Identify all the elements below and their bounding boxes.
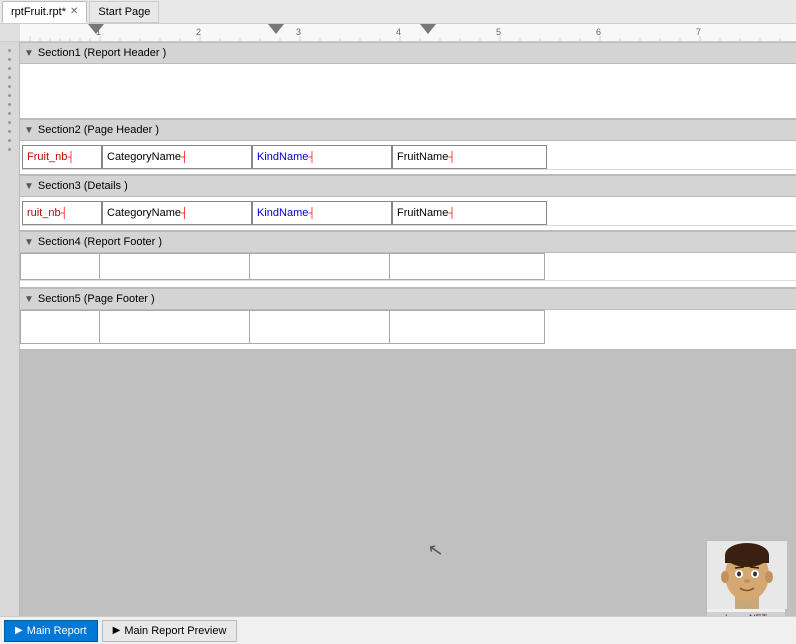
page-footer-cell3 <box>250 310 390 344</box>
tab-rptfruit[interactable]: rptFruit.rpt* ✕ <box>2 1 87 23</box>
footer-cell3 <box>250 253 390 280</box>
bottom-tab-preview-label: Main Report Preview <box>124 625 226 637</box>
tab-close-icon[interactable]: ✕ <box>70 6 78 17</box>
details-fields: ruit_nb┤ CategoryName ┤ KindName ┤ Fruit… <box>22 201 794 226</box>
field-category-marker: ┤ <box>181 152 188 163</box>
field-fruitname-detail[interactable]: FruitName ┤ <box>392 201 547 225</box>
section3-label: Section3 (Details ) <box>38 180 128 192</box>
section4-arrow: ▼ <box>24 237 34 248</box>
gutter-dot <box>8 67 11 70</box>
field-fruitname-detail-marker: ┤ <box>448 208 455 219</box>
field-fruit-nb-header-text: Fruit_nb <box>27 151 67 163</box>
gutter-dot <box>8 94 11 97</box>
field-category-detail[interactable]: CategoryName ┤ <box>102 201 252 225</box>
gutter-dot <box>8 85 11 88</box>
section4-label: Section4 (Report Footer ) <box>38 236 162 248</box>
section5-label: Section5 (Page Footer ) <box>38 293 155 305</box>
section2-body: Fruit_nb┤ CategoryName ┤ KindName ┤ Frui… <box>20 141 796 175</box>
gutter-dot <box>8 103 11 106</box>
gutter-dot <box>8 121 11 124</box>
field-kind-header-text: KindName <box>257 151 308 163</box>
svg-text:5: 5 <box>496 27 501 37</box>
page-header-fields: Fruit_nb┤ CategoryName ┤ KindName ┤ Frui… <box>22 145 794 170</box>
gray-area: ↖ <box>20 350 796 616</box>
section2-header[interactable]: ▼ Section2 (Page Header ) <box>20 119 796 141</box>
section5-body <box>20 310 796 350</box>
section4-body <box>20 253 796 288</box>
svg-text:3: 3 <box>296 27 301 37</box>
section2-label: Section2 (Page Header ) <box>38 124 159 136</box>
preview-icon: ▶ <box>113 625 121 636</box>
section1-body <box>20 64 796 119</box>
ruler: 1 2 3 4 5 6 7 <box>0 24 796 42</box>
section3-arrow: ▼ <box>24 181 34 192</box>
tab-start-label: Start Page <box>98 6 150 18</box>
gutter-dot <box>8 148 11 151</box>
field-category-detail-marker: ┤ <box>181 208 188 219</box>
gutter-dot <box>8 58 11 61</box>
svg-text:7: 7 <box>696 27 701 37</box>
field-kind-header[interactable]: KindName ┤ <box>252 145 392 169</box>
cursor-indicator: ↖ <box>426 539 445 562</box>
field-kind-detail-text: KindName <box>257 207 308 219</box>
section1-header[interactable]: ▼ Section1 (Report Header ) <box>20 42 796 64</box>
section3-header[interactable]: ▼ Section3 (Details ) <box>20 175 796 197</box>
watermark-container: Insus.NET <box>706 540 786 616</box>
svg-text:4: 4 <box>396 27 401 37</box>
field-fruitname-header-text: FruitName <box>397 151 448 163</box>
main-report-icon: ▶ <box>15 625 23 636</box>
field-category-header-text: CategoryName <box>107 151 181 163</box>
page-footer-cell1 <box>20 310 100 344</box>
field-fruit-nb-detail[interactable]: ruit_nb┤ <box>22 201 102 225</box>
footer-row <box>20 253 796 281</box>
field-category-detail-text: CategoryName <box>107 207 181 219</box>
field-fruit-nb-header[interactable]: Fruit_nb┤ <box>22 145 102 169</box>
watermark-image <box>707 541 787 609</box>
field-fruitname-detail-text: FruitName <box>397 207 448 219</box>
report-sections: ▼ Section1 (Report Header ) ▼ Section2 (… <box>20 42 796 616</box>
main-area: ▼ Section1 (Report Header ) ▼ Section2 (… <box>0 42 796 616</box>
tab-start[interactable]: Start Page <box>89 1 159 23</box>
left-gutter <box>0 42 20 616</box>
ruler-svg: 1 2 3 4 5 6 7 <box>0 24 796 42</box>
section1-arrow: ▼ <box>24 48 34 59</box>
field-fruit-nb-detail-text: ruit_nb <box>27 207 61 219</box>
bottom-tab-main-report[interactable]: ▶ Main Report <box>4 620 98 642</box>
page-footer-row <box>20 310 796 344</box>
section2-arrow: ▼ <box>24 125 34 136</box>
section1-label: Section1 (Report Header ) <box>38 47 166 59</box>
gutter-dot <box>8 49 11 52</box>
bottom-tab-bar: ▶ Main Report ▶ Main Report Preview <box>0 616 796 644</box>
footer-cell1 <box>20 253 100 280</box>
section3-body: ruit_nb┤ CategoryName ┤ KindName ┤ Fruit… <box>20 197 796 231</box>
svg-text:2: 2 <box>196 27 201 37</box>
footer-cell2 <box>100 253 250 280</box>
gutter-dot <box>8 112 11 115</box>
section4-header[interactable]: ▼ Section4 (Report Footer ) <box>20 231 796 253</box>
page-footer-cell4 <box>390 310 545 344</box>
gutter-dot <box>8 76 11 79</box>
tab-bar: rptFruit.rpt* ✕ Start Page <box>0 0 796 24</box>
bottom-tab-preview[interactable]: ▶ Main Report Preview <box>102 620 238 642</box>
svg-text:6: 6 <box>596 27 601 37</box>
field-kind-marker: ┤ <box>308 152 315 163</box>
field-fruit-nb-marker: ┤ <box>67 152 74 163</box>
field-fruitname-header[interactable]: FruitName ┤ <box>392 145 547 169</box>
bottom-tab-main-report-label: Main Report <box>27 625 87 637</box>
field-fruit-nb-detail-marker: ┤ <box>61 208 68 219</box>
section5-arrow: ▼ <box>24 294 34 305</box>
field-fruitname-marker: ┤ <box>448 152 455 163</box>
footer-cell4 <box>390 253 545 280</box>
field-kind-detail[interactable]: KindName ┤ <box>252 201 392 225</box>
section5-header[interactable]: ▼ Section5 (Page Footer ) <box>20 288 796 310</box>
page-footer-cell2 <box>100 310 250 344</box>
tab-rptfruit-label: rptFruit.rpt* <box>11 6 66 18</box>
field-category-header[interactable]: CategoryName ┤ <box>102 145 252 169</box>
field-kind-detail-marker: ┤ <box>308 208 315 219</box>
gutter-dot <box>8 139 11 142</box>
gutter-dot <box>8 130 11 133</box>
